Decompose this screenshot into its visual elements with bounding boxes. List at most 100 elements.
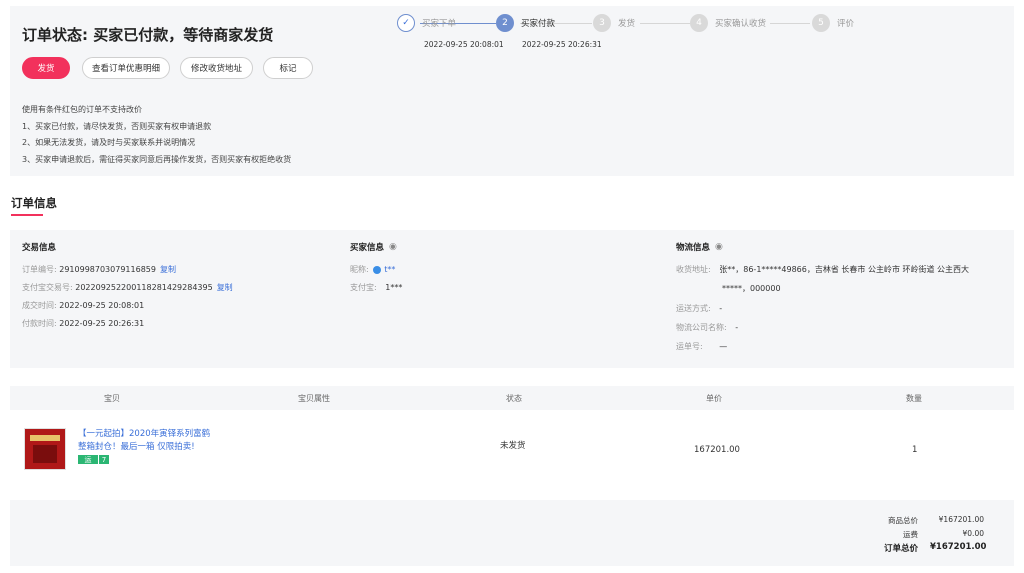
trade-info-label: 交易信息 bbox=[22, 243, 57, 253]
step-label: 买家下单 bbox=[422, 19, 457, 29]
shipping-fee-row: 运费 ¥0.00 bbox=[848, 529, 984, 540]
ship-method-row: 运送方式: - bbox=[676, 303, 722, 314]
logistics-company-row: 物流公司名称: - bbox=[676, 322, 738, 333]
column-header-price: 单价 bbox=[706, 394, 722, 403]
copy-order-number-link[interactable]: 复制 bbox=[160, 265, 176, 274]
step-ship: 3 发货 bbox=[593, 14, 635, 32]
step-confirm-receipt: 4 买家确认收货 bbox=[690, 14, 766, 32]
tracking-row: 运单号: — bbox=[676, 341, 727, 352]
step-number: 2 bbox=[496, 14, 514, 32]
column-header-quantity: 数量 bbox=[906, 394, 922, 403]
order-info-heading: 订单信息 bbox=[11, 196, 57, 210]
buyer-nick-row: 昵称: t** bbox=[350, 264, 395, 275]
column-header-item: 宝贝 bbox=[104, 394, 120, 403]
step-label: 评价 bbox=[837, 19, 855, 29]
goods-total-row: 商品总价 ¥167201.00 bbox=[848, 515, 984, 526]
logistics-info-title: 物流信息 ◉ bbox=[676, 241, 723, 253]
note-line: 使用有条件红包的订单不支持改价 bbox=[22, 105, 142, 114]
column-header-status: 状态 bbox=[506, 394, 522, 403]
order-total-label: 订单总价 bbox=[883, 544, 918, 554]
address-line: 张**，86-1*****49866，吉林省 长春市 公主岭市 环岭街道 公主西… bbox=[719, 265, 970, 274]
trade-info-title: 交易信息 bbox=[22, 241, 56, 253]
logistics-company-label: 物流公司名称: bbox=[676, 323, 727, 332]
shipping-fee: ¥0.00 bbox=[962, 529, 984, 538]
eye-icon[interactable]: ◉ bbox=[389, 242, 397, 252]
product-thumbnail[interactable] bbox=[24, 428, 66, 470]
thumbnail-banner bbox=[30, 435, 60, 441]
step-number: 5 bbox=[812, 14, 830, 32]
pay-time-row: 付款时间: 2022-09-25 20:26:31 bbox=[22, 318, 144, 329]
alipay-trade-label: 支付宝交易号: bbox=[22, 283, 76, 292]
buyer-alipay-row: 支付宝: 1*** bbox=[350, 282, 402, 293]
nick-label: 昵称: bbox=[350, 265, 369, 274]
alipay-trade-number: 2022092522001182814292843​95 bbox=[75, 283, 213, 292]
note-line: 1、买家已付款，请尽快发货，否则买家有权申请退款 bbox=[22, 121, 212, 131]
eye-icon[interactable]: ◉ bbox=[715, 242, 723, 252]
heading-underline bbox=[11, 214, 43, 216]
product-title-link[interactable]: 【一元起拍】2020年寅铎系列富鹤 整箱封仓！最后一箱 仅限拍卖! bbox=[78, 428, 228, 454]
product-title-line: 【一元起拍】2020年寅铎系列富鹤 bbox=[78, 429, 211, 439]
deal-time-row: 成交时间: 2022-09-25 20:08:01 bbox=[22, 300, 144, 311]
buyer-info-title: 买家信息 ◉ bbox=[350, 241, 397, 253]
modify-address-button[interactable]: 修改收货地址 bbox=[180, 57, 253, 79]
step-label: 买家付款 bbox=[521, 19, 556, 29]
logistics-company: - bbox=[735, 323, 739, 332]
buyer-nick-link[interactable]: t** bbox=[384, 265, 395, 274]
order-number-row: 订单编号: 2910998703079116859 复制 bbox=[22, 264, 176, 275]
step-label: 发货 bbox=[618, 19, 636, 29]
pay-time: 2022-09-25 20:26:31 bbox=[59, 319, 145, 328]
product-title-line: 整箱封仓！最后一箱 仅限拍卖! bbox=[78, 442, 195, 452]
step-label: 买家确认收货 bbox=[715, 19, 767, 29]
step-number: 3 bbox=[593, 14, 611, 32]
deal-time: 2022-09-25 20:08:01 bbox=[59, 301, 145, 310]
order-summary: 商品总价 ¥167201.00 运费 ¥0.00 订单总价 ¥167201.00 bbox=[10, 500, 1014, 566]
view-discount-detail-button[interactable]: 查看订单优惠明细 bbox=[82, 57, 170, 79]
ship-button[interactable]: 发货 bbox=[22, 57, 70, 79]
buyer-alipay: 1*** bbox=[385, 283, 403, 292]
seven-day-return-tag: 7 bbox=[99, 455, 109, 464]
step-time: 2022-09-25 20:26:31 bbox=[522, 40, 602, 49]
address-line: *****，000000 bbox=[722, 284, 781, 293]
step-review: 5 评价 bbox=[812, 14, 854, 32]
step-connector bbox=[640, 23, 690, 24]
logistics-info-label: 物流信息 bbox=[676, 243, 711, 253]
copy-alipay-number-link[interactable]: 复制 bbox=[217, 283, 233, 292]
order-total-row: 订单总价 ¥167201.00 bbox=[848, 542, 987, 554]
buyer-alipay-label: 支付宝: bbox=[350, 283, 377, 292]
step-connector bbox=[770, 23, 810, 24]
buyer-info-label: 买家信息 bbox=[350, 243, 385, 253]
column-header-attributes: 宝贝属性 bbox=[298, 394, 330, 403]
mark-button[interactable]: 标记 bbox=[263, 57, 313, 79]
order-status-title: 订单状态: 买家已付款，等待商家发货 bbox=[22, 26, 274, 44]
address-row: 收货地址: 张**，86-1*****49866，吉林省 长春市 公主岭市 环岭… bbox=[676, 264, 969, 275]
order-number: 2910998703079116859 bbox=[59, 265, 156, 274]
goods-total-label: 商品总价 bbox=[888, 516, 918, 525]
check-icon: ✓ bbox=[397, 14, 415, 32]
order-total: ¥167201.00 bbox=[930, 542, 987, 552]
order-notes: 使用有条件红包的订单不支持改价 1、买家已付款，请尽快发货，否则买家有权申请退款… bbox=[22, 102, 291, 168]
note-line: 3、买家申请退款后，需征得买家同意后再操作发货，否则买家有权拒绝收货 bbox=[22, 154, 292, 164]
step-buyer-pay: 2 买家付款 bbox=[496, 14, 555, 32]
step-number: 4 bbox=[690, 14, 708, 32]
alipay-trade-row: 支付宝交易号: 2022092522001182814292843​95 复制 bbox=[22, 282, 233, 293]
shipping-tag: 运 bbox=[78, 455, 98, 464]
shipping-fee-label: 运费 bbox=[903, 530, 918, 539]
goods-total: ¥167201.00 bbox=[938, 515, 984, 524]
product-quantity: 1 bbox=[912, 445, 918, 455]
buyer-avatar bbox=[373, 265, 382, 274]
ship-method: - bbox=[719, 304, 723, 313]
order-info-panel: 交易信息 订单编号: 2910998703079116859 复制 支付宝交易号:… bbox=[10, 230, 1014, 368]
order-number-label: 订单编号: bbox=[22, 265, 60, 274]
product-status: 未发货 bbox=[500, 441, 526, 451]
product-price: 167201.00 bbox=[694, 445, 740, 455]
address-row-2: *****，000000 bbox=[722, 283, 781, 294]
product-table-header: 宝贝 宝贝属性 状态 单价 数量 bbox=[10, 386, 1014, 410]
address-label: 收货地址: bbox=[676, 265, 711, 274]
pay-time-label: 付款时间: bbox=[22, 319, 60, 328]
step-time: 2022-09-25 20:08:01 bbox=[424, 40, 504, 49]
note-line: 2、如果无法发货，请及时与买家联系并说明情况 bbox=[22, 138, 196, 147]
tracking-label: 运单号: bbox=[676, 342, 703, 351]
thumbnail-box bbox=[33, 445, 57, 463]
step-buyer-order: ✓ 买家下单 bbox=[397, 14, 456, 32]
tracking-number: — bbox=[719, 342, 728, 351]
